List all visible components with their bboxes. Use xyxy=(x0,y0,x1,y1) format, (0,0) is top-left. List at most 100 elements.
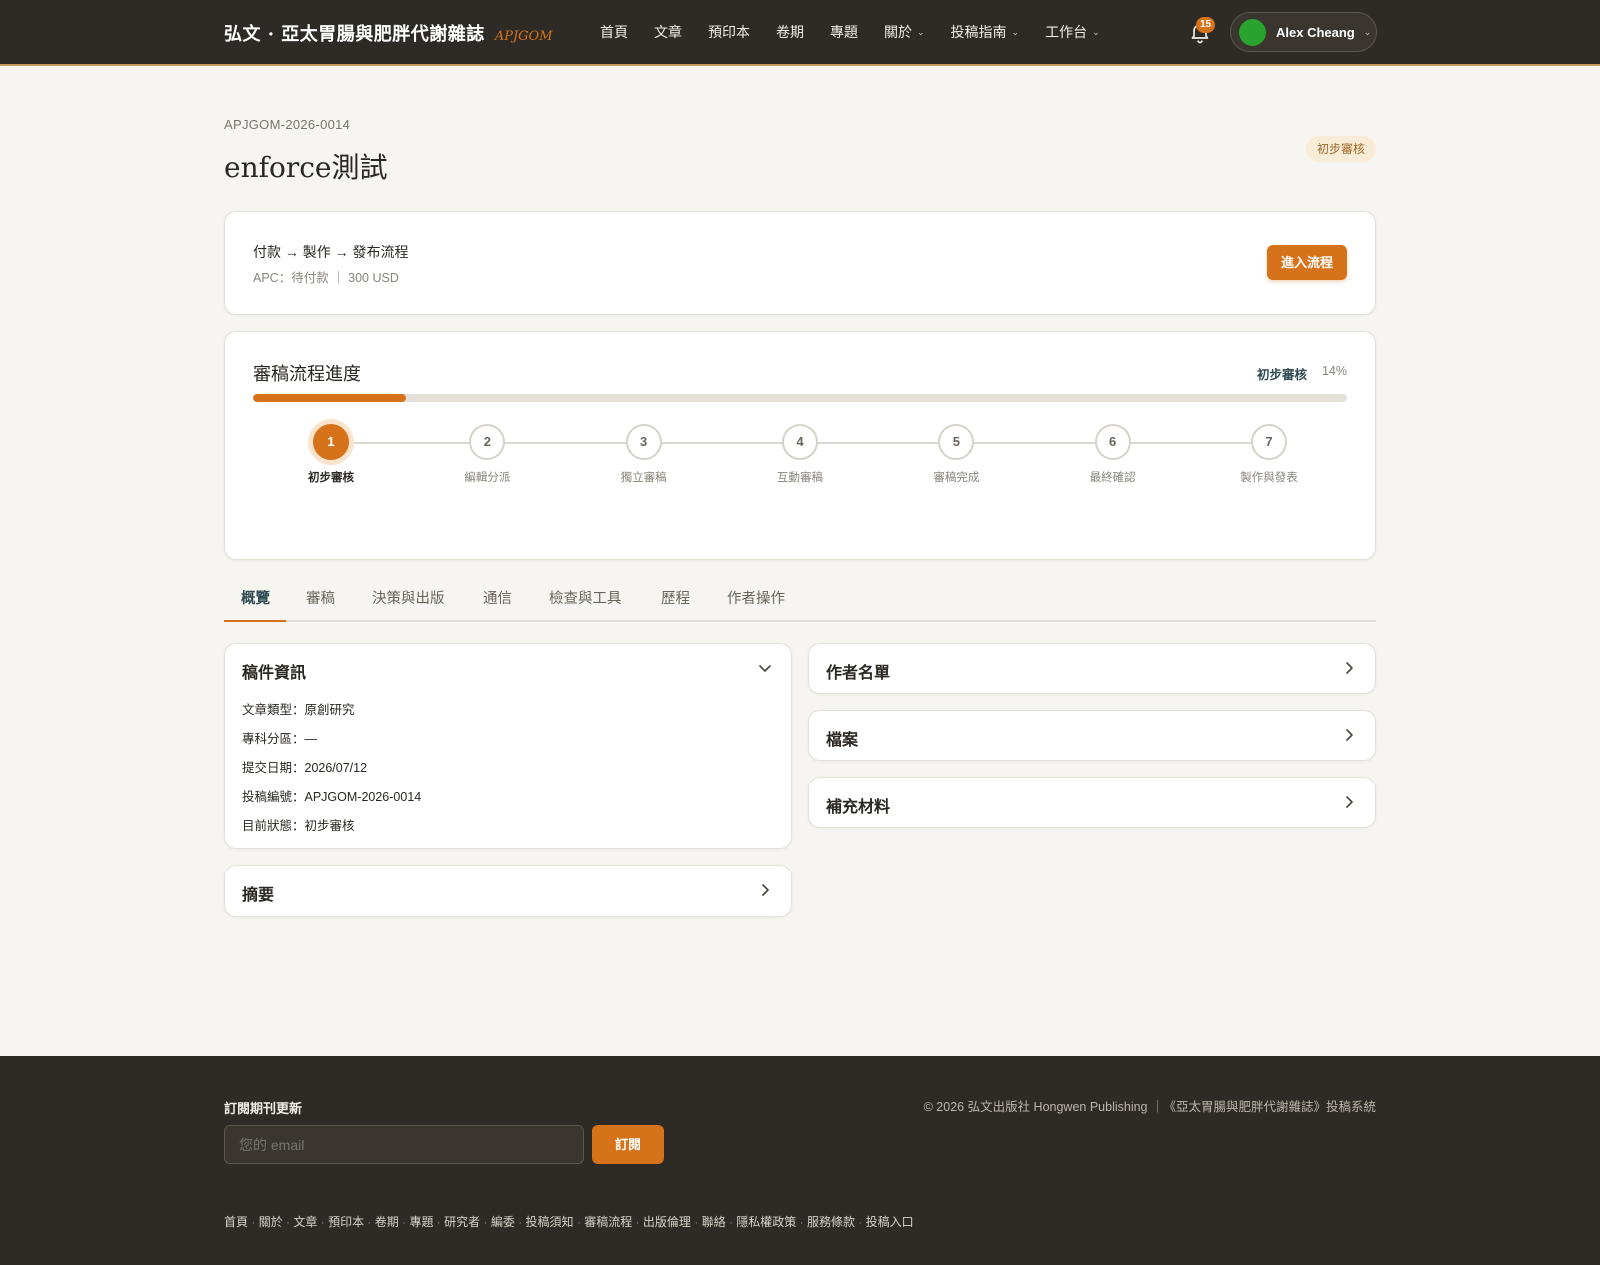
info-specialty: 專科分區：— xyxy=(242,732,318,746)
footer-link[interactable]: 編委 xyxy=(491,1215,515,1229)
panel-title: 作者名單 xyxy=(826,663,891,682)
separator: · xyxy=(480,1215,491,1229)
progress-bar-fill xyxy=(253,394,407,402)
chevron-down-icon: ⌄ xyxy=(917,26,925,37)
separator: · xyxy=(854,1215,866,1229)
chevron-right-icon[interactable] xyxy=(755,880,775,900)
footer-link[interactable]: 關於 xyxy=(259,1215,283,1229)
workflow-card: 付款 → 製作 → 發布流程 APC：待付款 ｜ 300 USD 進入流程 xyxy=(224,211,1376,315)
notification-badge: 15 xyxy=(1196,17,1215,33)
panel-title[interactable]: 稿件資訊 xyxy=(242,659,306,683)
step-label: 初步審核 xyxy=(308,472,354,484)
chevron-down-icon: ⌄ xyxy=(1092,26,1100,37)
brand-abbreviation: APJGOM xyxy=(494,29,553,44)
manuscript-info-panel: 稿件資訊 文章類型：原創研究 專科分區：— 提交日期：2026/07/12 投稿… xyxy=(224,643,792,849)
step-label: 互動審稿 xyxy=(777,472,823,484)
footer-link[interactable]: 聯絡 xyxy=(702,1215,726,1229)
tab-history[interactable]: 歷程 xyxy=(661,587,690,608)
subscribe-button[interactable]: 訂閱 xyxy=(592,1125,664,1164)
supplementary-panel[interactable]: 補充材料 xyxy=(808,777,1376,828)
chevron-right-icon[interactable] xyxy=(1339,658,1359,678)
nav-label: 預印本 xyxy=(708,24,750,40)
email-input[interactable] xyxy=(224,1125,584,1164)
step-7: 7 製作與發表 xyxy=(1219,424,1319,485)
enter-workflow-button[interactable]: 進入流程 xyxy=(1267,245,1347,280)
progress-percent: 14% xyxy=(1321,364,1347,378)
nav-item-issues[interactable]: 卷期 xyxy=(776,22,804,42)
separator: · xyxy=(690,1215,702,1229)
abstract-panel[interactable]: 摘要 xyxy=(224,865,792,917)
step-1: 1 初步審核 xyxy=(281,424,381,485)
review-progress-card: 審稿流程進度 初步審核 14% 1 初步審核 2 編輯分派 3 獨立審稿 4 互動審稿 5 審稿完… xyxy=(224,331,1376,560)
files-panel[interactable]: 檔案 xyxy=(808,710,1376,761)
footer-link[interactable]: 投稿須知 xyxy=(526,1215,574,1229)
footer-link[interactable]: 首頁 xyxy=(224,1215,248,1229)
separator: · xyxy=(796,1215,807,1229)
chevron-right-icon[interactable] xyxy=(1339,725,1359,745)
panel-title: 摘要 xyxy=(242,885,275,904)
tab-author-actions[interactable]: 作者操作 xyxy=(727,587,785,608)
nav-label: 投稿指南 xyxy=(950,24,1007,40)
page-title: enforce測試 xyxy=(224,151,388,184)
step-3: 3 獨立審稿 xyxy=(594,424,694,485)
separator: · xyxy=(364,1215,375,1229)
nav-label: 卷期 xyxy=(776,24,804,40)
tab-decision-publication[interactable]: 決策與出版 xyxy=(372,587,445,608)
separator: · xyxy=(398,1215,410,1229)
top-navbar: 弘文 · 亞太胃腸與肥胖代謝雜誌 APJGOM 首頁 文章 預印本 卷期 專題 … xyxy=(0,0,1600,66)
tab-checks-tools[interactable]: 檢查與工具 xyxy=(549,587,622,608)
footer-link[interactable]: 出版倫理 xyxy=(643,1215,691,1229)
chevron-right-icon[interactable] xyxy=(1339,792,1359,812)
nav-item-home[interactable]: 首頁 xyxy=(600,22,628,42)
step-label: 最終確認 xyxy=(1089,472,1136,484)
footer-link[interactable]: 預印本 xyxy=(328,1215,364,1229)
copyright: © 2026 弘文出版社 Hongwen Publishing ｜《亞太胃腸與肥… xyxy=(923,1100,1376,1114)
tab-review[interactable]: 審稿 xyxy=(306,587,335,608)
footer-links: 首頁 · 關於 · 文章 · 預印本 · 卷期 · 專題 · 研究者 · 編委 … xyxy=(224,1213,914,1230)
footer-link[interactable]: 審稿流程 xyxy=(584,1215,632,1229)
main-nav: 首頁 文章 預印本 卷期 專題 關於 ⌄ 投稿指南 ⌄ 工作台 ⌄ xyxy=(600,22,1126,42)
footer-link[interactable]: 研究者 xyxy=(444,1215,480,1229)
stepper: 1 初步審核 2 編輯分派 3 獨立審稿 4 互動審稿 5 審稿完成 6 最終確認 7 製作與發表 xyxy=(253,424,1347,494)
tab-correspondence[interactable]: 通信 xyxy=(483,587,512,608)
nav-item-about[interactable]: 關於 ⌄ xyxy=(884,22,925,42)
brand-title: 弘文 · 亞太胃腸與肥胖代謝雜誌 xyxy=(224,24,485,45)
subscribe-title: 訂閱期刊更新 xyxy=(224,1101,303,1116)
footer-link[interactable]: 隱私權政策 xyxy=(736,1215,796,1229)
footer-link[interactable]: 投稿入口 xyxy=(866,1215,914,1229)
footer-link[interactable]: 專題 xyxy=(409,1215,433,1229)
brand-logo[interactable]: 弘文 · 亞太胃腸與肥胖代謝雜誌 APJGOM xyxy=(224,20,553,46)
footer-link[interactable]: 服務條款 xyxy=(807,1215,855,1229)
nav-item-submission-guide[interactable]: 投稿指南 ⌄ xyxy=(951,22,1020,42)
nav-item-preprints[interactable]: 預印本 xyxy=(708,22,750,42)
authors-panel[interactable]: 作者名單 xyxy=(808,643,1376,694)
nav-item-topics[interactable]: 專題 xyxy=(830,22,858,42)
nav-item-workbench[interactable]: 工作台 ⌄ xyxy=(1045,22,1100,42)
chevron-down-icon[interactable] xyxy=(755,658,775,678)
separator: · xyxy=(248,1215,259,1229)
nav-item-articles[interactable]: 文章 xyxy=(654,22,682,42)
user-menu-button[interactable]: Alex Cheang ⌄ xyxy=(1230,12,1377,52)
step-4: 4 互動審稿 xyxy=(750,424,850,485)
info-submitted-date: 提交日期：2026/07/12 xyxy=(242,761,368,775)
tab-bar: 概覽 審稿 決策與出版 通信 檢查與工具 歷程 作者操作 xyxy=(224,582,1376,622)
active-tab-indicator xyxy=(224,620,286,622)
nav-label: 首頁 xyxy=(600,24,628,40)
status-badge: 初步審核 xyxy=(1306,136,1377,162)
step-5: 5 審稿完成 xyxy=(906,424,1006,485)
step-number: 3 xyxy=(625,424,662,460)
info-manuscript-number: 投稿編號：APJGOM-2026-0014 xyxy=(242,790,422,804)
info-article-type: 文章類型：原創研究 xyxy=(242,703,355,717)
separator: · xyxy=(632,1215,643,1229)
step-number: 1 xyxy=(313,424,349,460)
step-number: 2 xyxy=(469,424,506,460)
manuscript-id: APJGOM-2026-0014 xyxy=(224,117,351,132)
footer-link[interactable]: 卷期 xyxy=(375,1215,399,1229)
separator: · xyxy=(433,1215,445,1229)
tab-overview[interactable]: 概覽 xyxy=(241,587,270,608)
step-number: 7 xyxy=(1251,424,1287,460)
workflow-title: 付款 → 製作 → 發布流程 xyxy=(253,244,409,260)
separator: · xyxy=(282,1215,294,1229)
step-number: 6 xyxy=(1094,424,1131,460)
footer-link[interactable]: 文章 xyxy=(293,1215,317,1229)
